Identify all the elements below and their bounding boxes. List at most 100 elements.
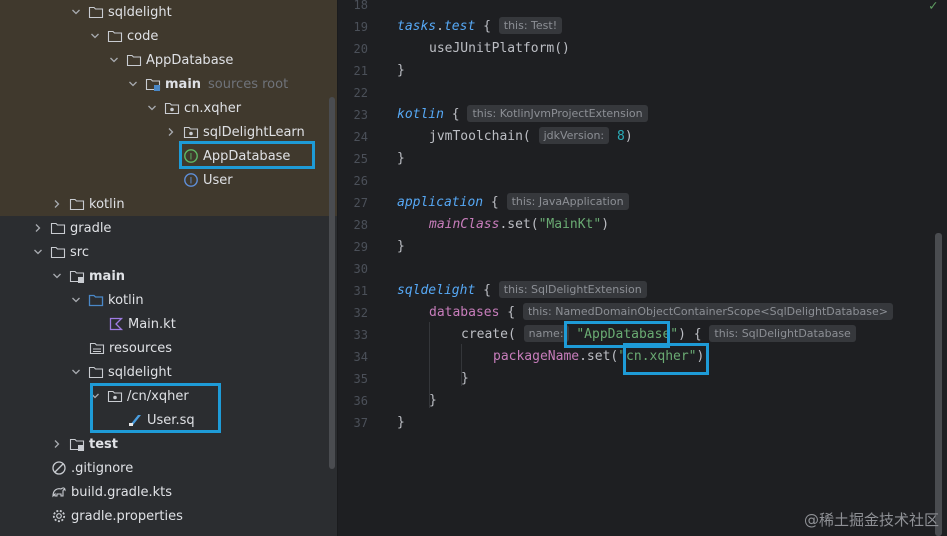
code-token: . [436,19,444,34]
line-number: 32 [353,306,368,320]
tree-node-resources[interactable]: resources [0,336,337,360]
inlay-hint: jdkVersion: [538,127,610,144]
chevron-down-icon[interactable] [108,54,120,66]
line-number: 28 [353,218,368,232]
chevron-right-icon[interactable] [51,198,63,210]
code-token: "MainKt" [538,217,602,232]
tree-node-label: kotlin [89,196,125,212]
line-number: 23 [353,108,368,122]
line-number: 31 [353,284,368,298]
tree-node-label: gradle.properties [71,508,183,524]
tree-node-main-kt[interactable]: Main.kt [0,312,337,336]
code-token: application [397,195,484,210]
inlay-hint: this: JavaApplication [506,193,629,210]
line-number: 22 [353,86,368,100]
code-token: create( [461,327,516,342]
code-token: test [443,19,476,34]
tree-node-label: code [127,28,159,44]
code-token: { [499,305,523,320]
editor-scrollbar[interactable] [935,233,942,536]
chevron-down-icon[interactable] [70,366,82,378]
tree-node-label: Main.kt [128,316,176,332]
code-token: ) [624,129,633,144]
code-line: } [397,63,405,78]
code-line: } [397,239,405,254]
chevron-right-icon[interactable] [165,126,177,138]
folder-icon [50,244,66,260]
code-token: ) { [678,327,710,342]
tree-node-label: kotlin [108,292,144,308]
tree-node-kotlin-generated[interactable]: kotlin [0,192,337,216]
chevron-down-icon[interactable] [89,30,101,42]
chevron-down-icon[interactable] [127,78,139,90]
line-number: 33 [353,328,368,342]
tree-node-label: User [203,172,233,188]
line-number: 29 [353,240,368,254]
gradle-file-icon [51,484,67,500]
svg-text:I: I [190,176,193,186]
chevron-down-icon[interactable] [32,246,44,258]
inlay-hint: name: [523,325,569,342]
tree-node-main-source-root[interactable]: main sources root [0,72,337,96]
code-line: tasks.test { this: Test! [397,16,563,38]
inlay-hint: this: Test! [498,17,563,34]
line-number: 37 [353,416,368,430]
tree-node-build-gradle-kts[interactable]: build.gradle.kts [0,480,337,504]
chevron-down-icon[interactable] [70,294,82,306]
tree-node-test[interactable]: test [0,432,337,456]
module-folder-icon [69,268,85,284]
folder-icon [88,4,104,20]
chevron-right-icon[interactable] [51,438,63,450]
code-line: } [397,415,405,430]
code-line: } [461,371,469,386]
line-number: 27 [353,196,368,210]
tree-node-label: main [89,268,126,284]
code-token: databases [429,305,500,320]
code-token: { [475,19,499,34]
code-editor[interactable]: 18 19 20 21 22 23 24 25 26 27 28 29 30 3… [338,0,947,536]
tree-scrollbar[interactable] [329,97,335,469]
inlay-hint: this: SqlDelightDatabase [709,325,856,342]
code-line: kotlin { this: KotlinJvmProjectExtension [397,104,648,126]
project-tree: sqldelight code AppDatabase main sources… [0,0,337,536]
check-icon[interactable]: ✓ [929,0,937,14]
tree-node-label: src [70,244,89,260]
code-token: sqldelight [397,283,476,298]
tree-node-label: build.gradle.kts [71,484,173,500]
gitignore-icon [51,460,67,476]
tree-node-label: AppDatabase [146,52,234,68]
tree-node-main[interactable]: main [0,264,337,288]
tree-node-appdatabase-folder[interactable]: AppDatabase [0,48,337,72]
code-token: { [475,283,499,298]
kotlin-interface-icon: I [183,172,199,188]
tree-node-gradle-properties[interactable]: gradle.properties [0,504,337,528]
chevron-down-icon[interactable] [146,102,158,114]
line-number: 24 [353,130,368,144]
highlight-box-appdatabase [179,141,315,169]
code-token: .set( [499,217,539,232]
code-line: sqldelight { this: SqlDelightExtension [397,280,647,302]
code-line: } [397,151,405,166]
tree-node-code[interactable]: code [0,24,337,48]
tree-node-gradle[interactable]: gradle [0,216,337,240]
tree-node-cn-xqher[interactable]: cn.xqher [0,96,337,120]
folder-icon [69,196,85,212]
tree-node-gitignore[interactable]: .gitignore [0,456,337,480]
module-folder-icon [69,436,85,452]
inlay-hint: this: KotlinJvmProjectExtension [467,105,648,122]
tree-node-kotlin[interactable]: kotlin [0,288,337,312]
chevron-down-icon[interactable] [70,6,82,18]
tree-node-sqldelight[interactable]: sqldelight [0,0,337,24]
code-token: mainClass [429,217,500,232]
chevron-right-icon[interactable] [32,222,44,234]
line-number: 19 [353,20,368,34]
chevron-down-icon[interactable] [51,270,63,282]
tree-node-src[interactable]: src [0,240,337,264]
line-number: 18 [353,0,368,12]
tree-node-sqldelight-src[interactable]: sqldelight [0,360,337,384]
watermark: @稀土掘金技术社区 [803,511,939,529]
code-token: tasks [397,19,437,34]
highlight-box-sq-package [90,383,221,433]
tree-node-user-interface[interactable]: I User [0,168,337,192]
